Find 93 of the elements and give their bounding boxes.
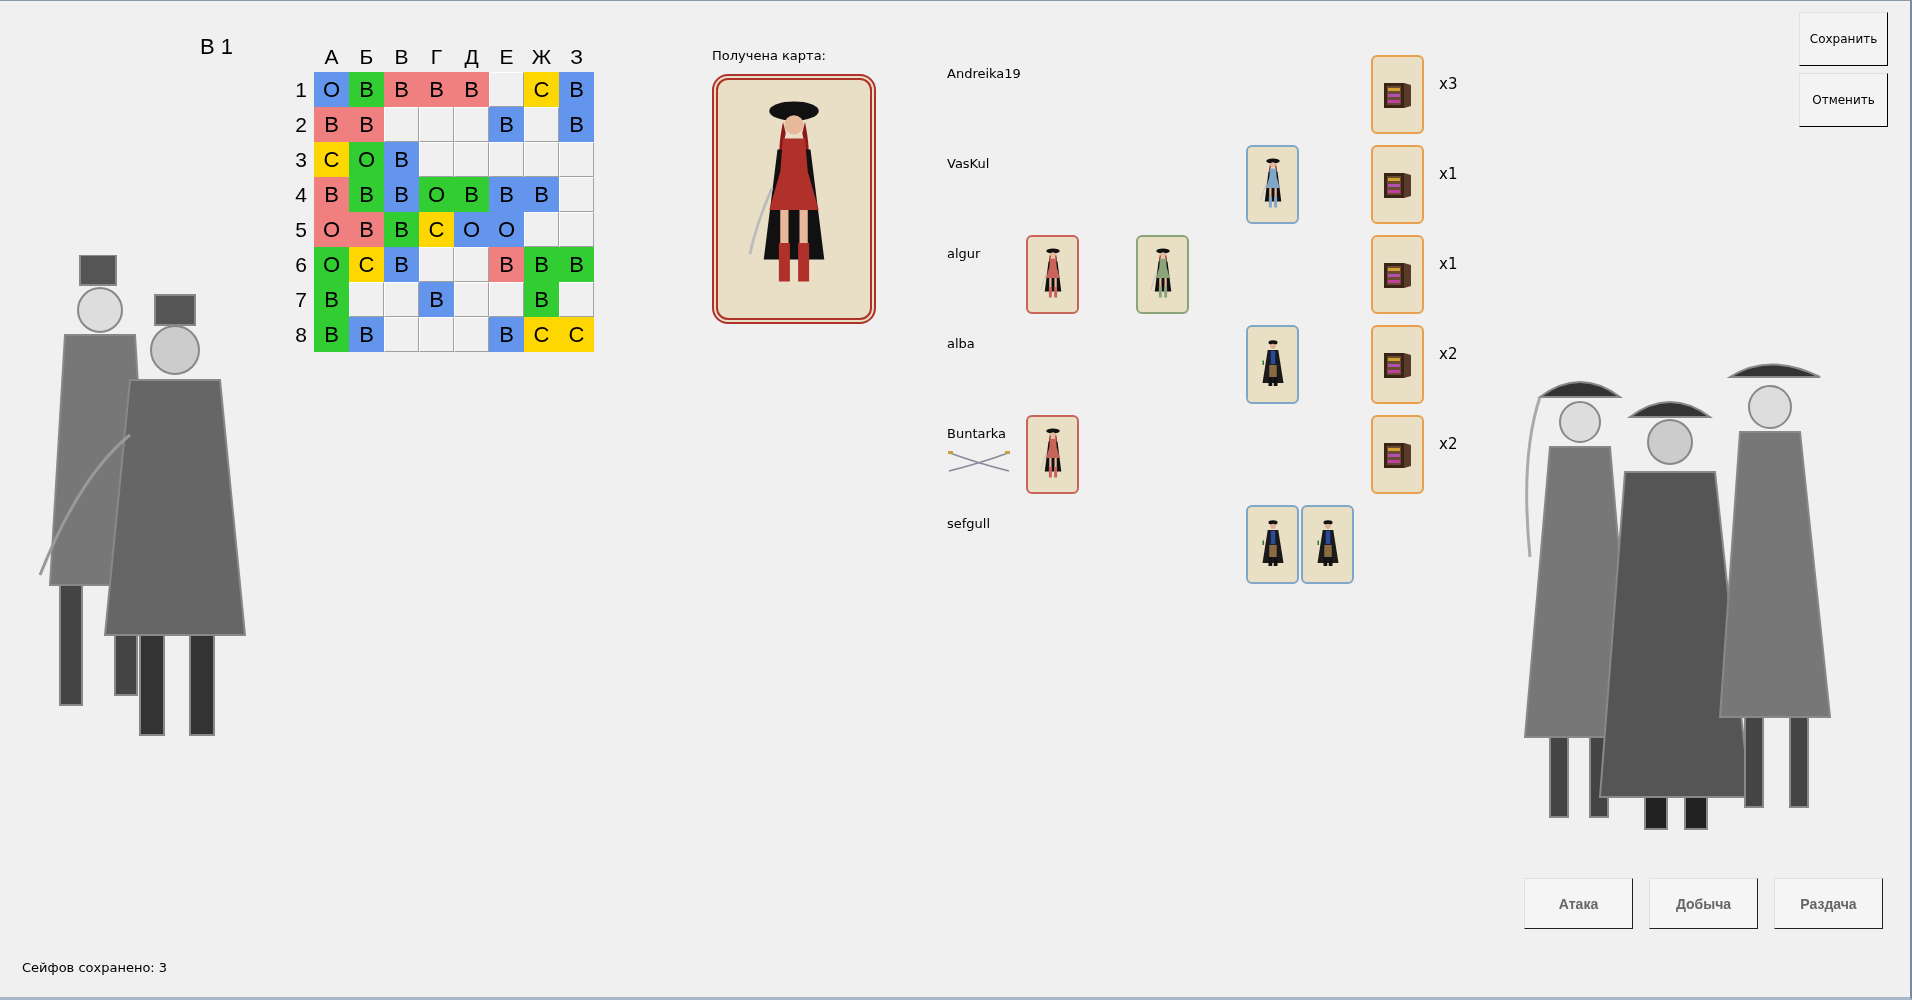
grid-cell[interactable]: В (384, 142, 419, 177)
action-button[interactable]: Атака (1524, 878, 1633, 929)
row-heading: 7 (294, 287, 308, 313)
safe-count: x1 (1439, 255, 1458, 273)
grid-cell[interactable]: О (314, 72, 349, 107)
grid-cell[interactable]: В (454, 72, 489, 107)
player-name: Andreika19 (947, 66, 1022, 81)
pirate-card[interactable] (1246, 145, 1299, 224)
column-heading: В (393, 44, 410, 70)
grid-cell[interactable]: С (524, 72, 559, 107)
safe-count: x1 (1439, 165, 1458, 183)
player-name: sefgull (947, 516, 992, 531)
safe-card[interactable] (1371, 145, 1424, 224)
grid-cell[interactable]: В (314, 282, 349, 317)
grid-cell[interactable]: В (314, 107, 349, 142)
safe-count: x2 (1439, 435, 1458, 453)
pirate-card[interactable] (1026, 415, 1079, 494)
grid-cell[interactable]: О (454, 212, 489, 247)
grid-cell[interactable]: В (524, 247, 559, 282)
row-heading: 3 (294, 147, 308, 173)
grid-cell[interactable]: В (384, 247, 419, 282)
row-heading: 2 (294, 112, 308, 138)
safe-card[interactable] (1371, 235, 1424, 314)
column-heading: Б (358, 44, 375, 70)
grid-cell[interactable]: С (314, 142, 349, 177)
window-button[interactable]: Сохранить (1799, 12, 1888, 66)
grid-cell[interactable]: В (559, 107, 594, 142)
grid-cell[interactable]: В (384, 177, 419, 212)
grid-cell[interactable]: В (524, 282, 559, 317)
row-heading: 8 (294, 322, 308, 348)
cabinet-icon (1382, 80, 1413, 109)
column-heading: Г (429, 44, 444, 70)
column-heading: З (569, 44, 584, 70)
grid-cell[interactable]: В (349, 107, 384, 142)
safe-count: x3 (1439, 75, 1458, 93)
row-heading: 5 (294, 217, 308, 243)
column-heading: Е (498, 44, 515, 70)
grid-cell[interactable]: В (349, 72, 384, 107)
grid-cell[interactable]: В (419, 72, 454, 107)
grid-cell[interactable]: В (524, 177, 559, 212)
grid-cell[interactable]: О (419, 177, 454, 212)
column-heading: Д (463, 44, 480, 70)
action-button[interactable]: Раздача (1774, 878, 1883, 929)
received-card-label: Получена карта: (712, 48, 827, 64)
status-text: Сейфов сохранено: 3 (22, 960, 169, 975)
cabinet-icon (1382, 260, 1413, 289)
cabinet-icon (1382, 440, 1413, 469)
grid-cell[interactable]: В (489, 107, 524, 142)
safe-count: x2 (1439, 345, 1458, 363)
grid-cell[interactable]: С (349, 247, 384, 282)
row-heading: 1 (294, 77, 308, 103)
grid-cell[interactable]: С (559, 317, 594, 352)
row-heading: 6 (294, 252, 308, 278)
row-heading: 4 (294, 182, 308, 208)
grid-cell[interactable]: В (384, 72, 419, 107)
grid-cell[interactable]: В (314, 177, 349, 212)
column-heading: Ж (530, 44, 553, 70)
pirate-card[interactable] (1246, 505, 1299, 584)
window-button[interactable]: Отменить (1799, 73, 1888, 127)
pirate-card[interactable] (1246, 325, 1299, 404)
grid-cell[interactable]: В (349, 317, 384, 352)
pirate-card[interactable] (1026, 235, 1079, 314)
grid-cell[interactable]: В (489, 177, 524, 212)
cabinet-icon (1382, 170, 1413, 199)
pirate-card[interactable] (1136, 235, 1189, 314)
action-button[interactable]: Добыча (1649, 878, 1758, 929)
grid-cell[interactable]: В (349, 212, 384, 247)
grid-cell[interactable]: В (384, 212, 419, 247)
player-name: Buntarka (947, 426, 1008, 441)
grid-cell[interactable]: В (454, 177, 489, 212)
safe-card[interactable] (1371, 415, 1424, 494)
grid-cell[interactable]: С (524, 317, 559, 352)
grid-cell[interactable]: В (314, 317, 349, 352)
pirate-card[interactable] (1301, 505, 1354, 584)
player-name: algur (947, 246, 982, 261)
board-title: В 1 (200, 34, 235, 60)
grid-cell[interactable]: О (314, 212, 349, 247)
grid-cell[interactable]: В (419, 282, 454, 317)
column-heading: А (323, 44, 340, 70)
player-name: VasKul (947, 156, 991, 171)
cabinet-icon (1382, 350, 1413, 379)
grid-cell[interactable]: О (314, 247, 349, 282)
grid-cell[interactable]: О (489, 212, 524, 247)
grid-cell[interactable]: В (489, 247, 524, 282)
grid-cell[interactable]: В (559, 72, 594, 107)
grid-cell[interactable]: О (349, 142, 384, 177)
player-name: alba (947, 336, 976, 351)
grid-cell[interactable]: В (349, 177, 384, 212)
safe-card[interactable] (1371, 55, 1424, 134)
safe-card[interactable] (1371, 325, 1424, 404)
grid-cell[interactable]: В (489, 317, 524, 352)
grid-cell[interactable]: С (419, 212, 454, 247)
grid-cell[interactable]: В (559, 247, 594, 282)
